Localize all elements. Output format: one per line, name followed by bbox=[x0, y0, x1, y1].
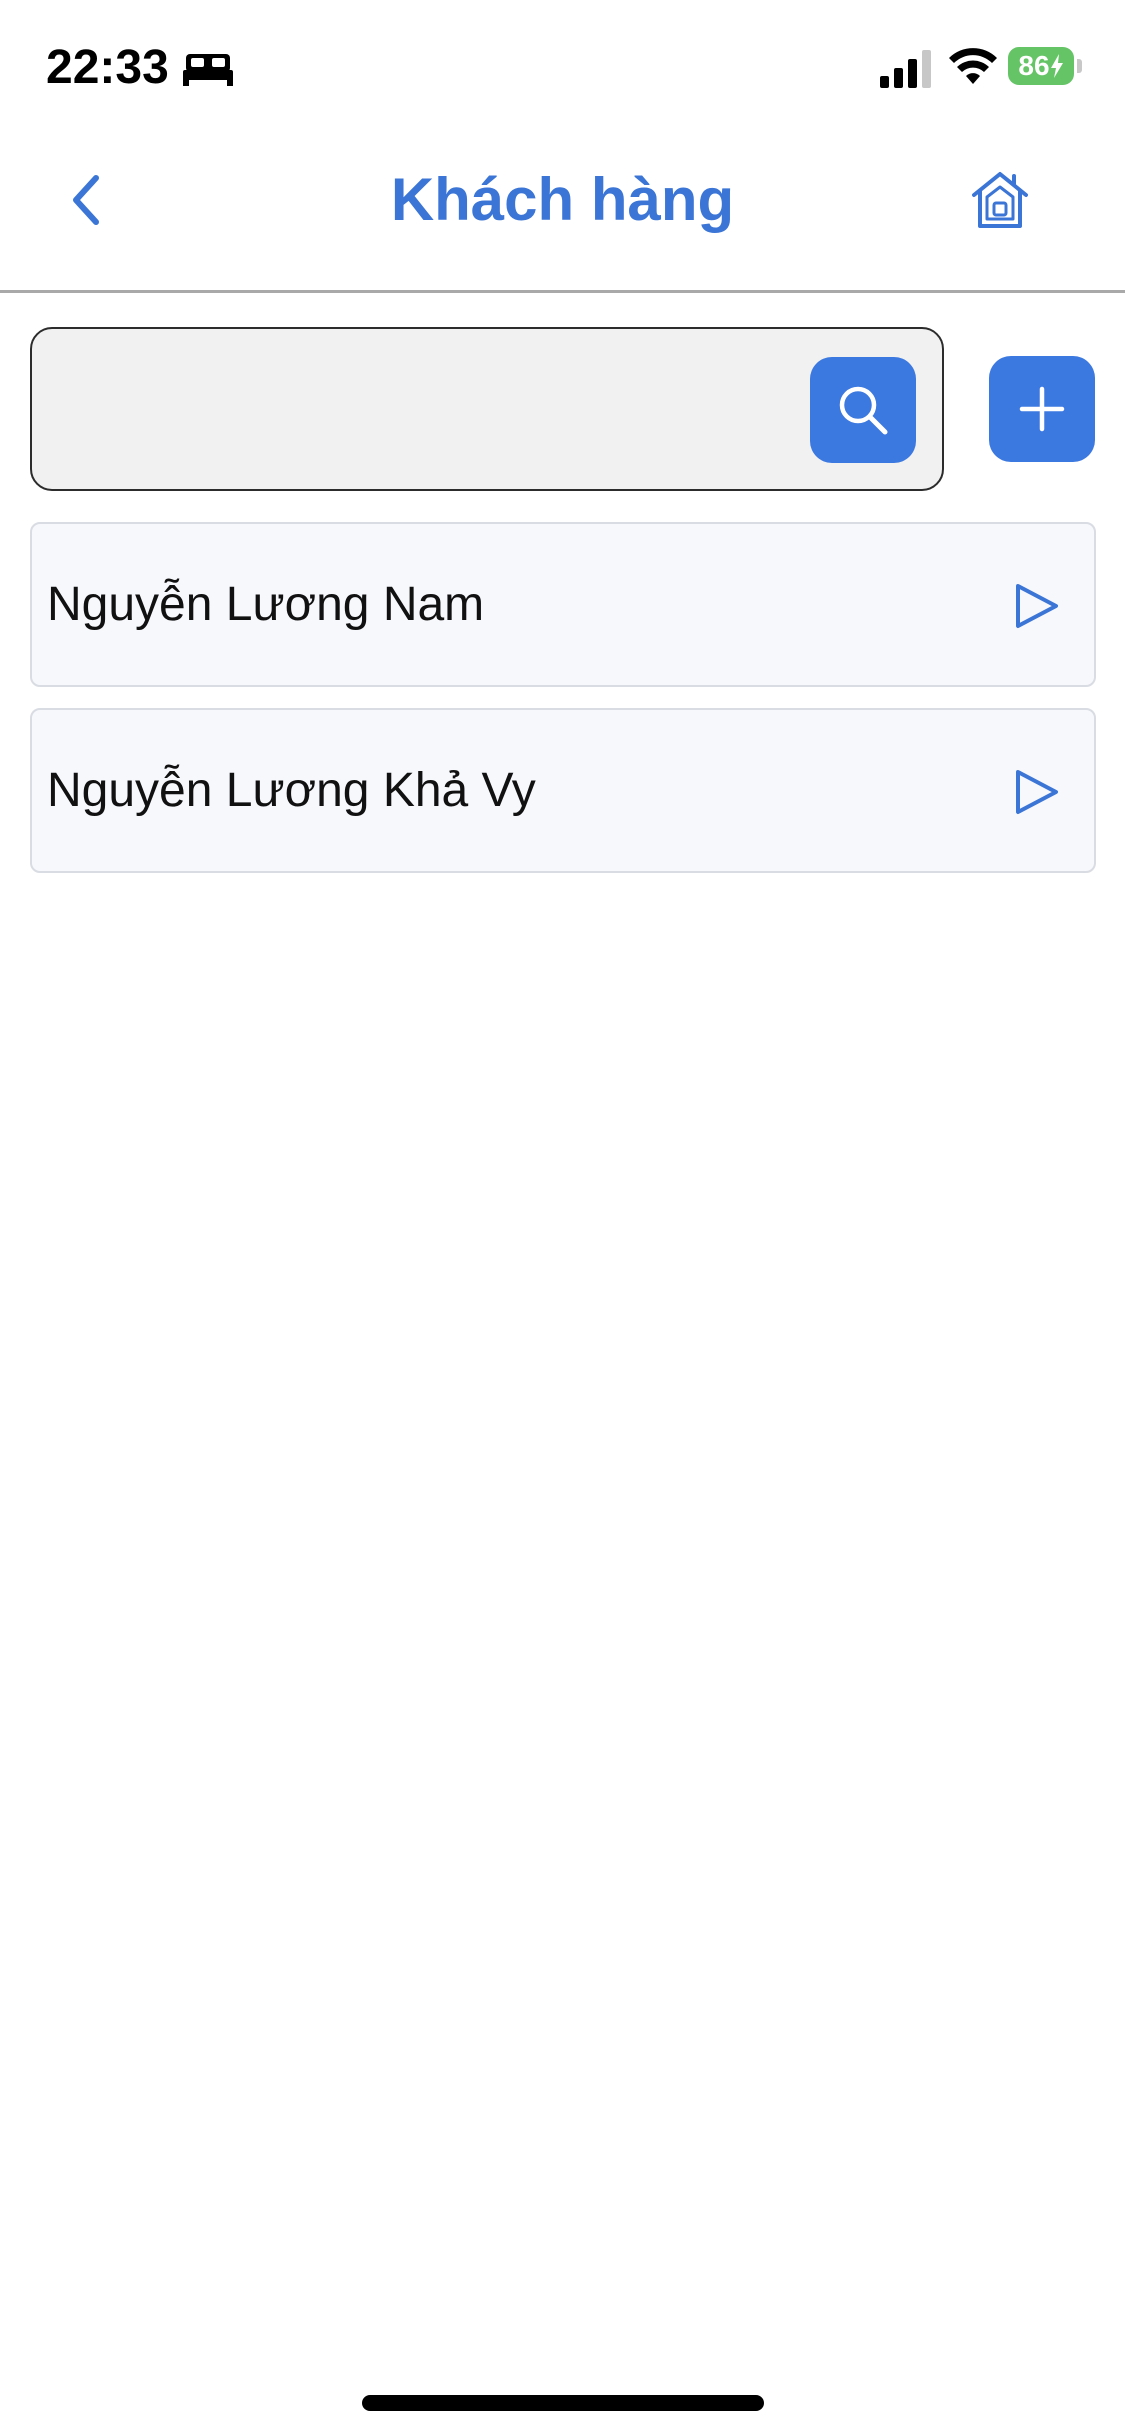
plus-icon bbox=[1019, 386, 1065, 432]
play-arrow-icon bbox=[1016, 770, 1058, 814]
home-indicator bbox=[362, 2395, 764, 2411]
bed-icon bbox=[183, 54, 233, 86]
bolt-icon bbox=[1050, 54, 1063, 78]
search-input[interactable] bbox=[52, 349, 826, 471]
battery-tip bbox=[1077, 59, 1082, 73]
wifi-icon bbox=[949, 48, 997, 84]
battery-level-text: 86 bbox=[1018, 50, 1050, 81]
battery-level: 86 bbox=[1008, 47, 1074, 85]
nav-bar: Khách hàng bbox=[0, 130, 1125, 293]
search-box bbox=[30, 327, 944, 491]
battery-charging-icon: 86 bbox=[1008, 47, 1082, 85]
status-bar: 22:33 86 bbox=[0, 0, 1125, 130]
customer-list: Nguyễn Lương Nam Nguyễn Lương Khả Vy bbox=[30, 522, 1096, 894]
play-arrow-icon bbox=[1016, 584, 1058, 628]
page-title: Khách hàng bbox=[390, 166, 735, 233]
search-icon bbox=[839, 386, 888, 435]
add-button[interactable] bbox=[989, 356, 1095, 462]
status-time: 22:33 bbox=[46, 41, 169, 94]
customer-name: Nguyễn Lương Khả Vy bbox=[47, 764, 536, 817]
signal-icon bbox=[880, 50, 931, 88]
home-button[interactable] bbox=[963, 160, 1037, 240]
search-button[interactable] bbox=[810, 357, 916, 463]
customer-item[interactable]: Nguyễn Lương Khả Vy bbox=[30, 708, 1096, 873]
customer-item[interactable]: Nguyễn Lương Nam bbox=[30, 522, 1096, 687]
home-icon bbox=[972, 172, 1028, 228]
customer-name: Nguyễn Lương Nam bbox=[47, 578, 485, 631]
